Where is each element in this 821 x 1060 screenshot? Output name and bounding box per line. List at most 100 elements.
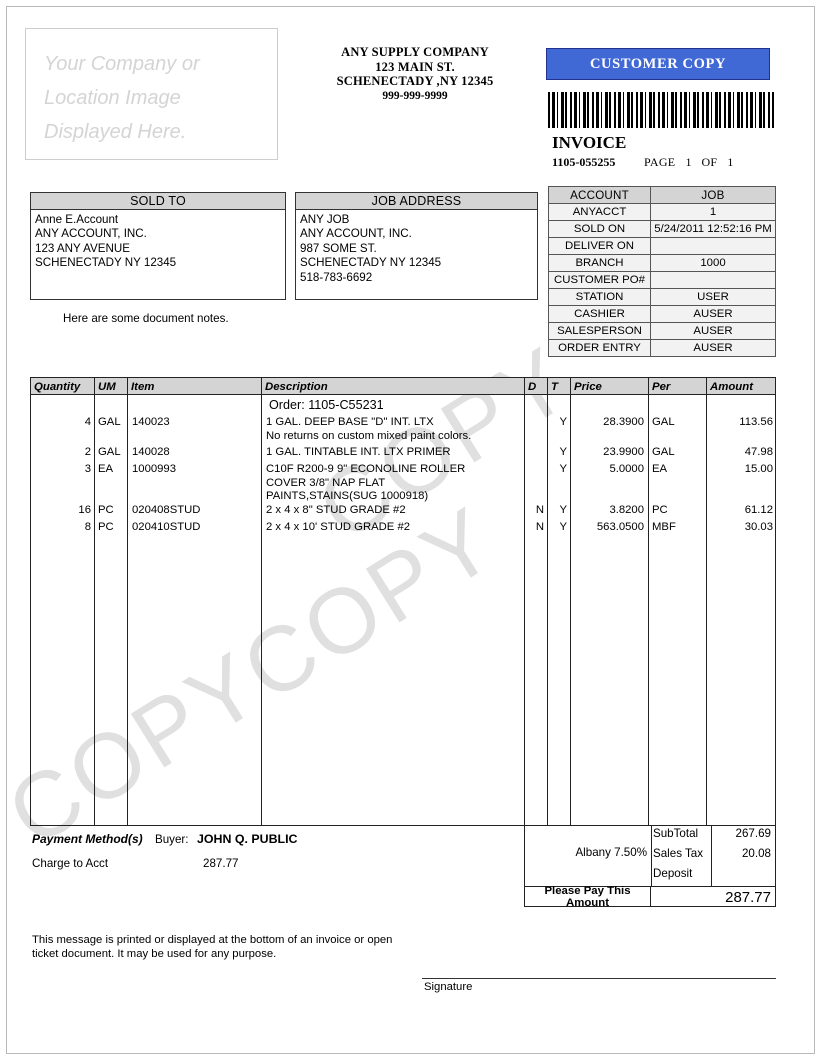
cell-item: 140023: [132, 416, 170, 428]
account-row-label: ANYACCT: [548, 203, 651, 221]
account-table-body: ANYACCT 1 SOLD ON 5/24/2011 12:52:16 PM DELI…: [548, 203, 776, 357]
cell-item: 140028: [132, 446, 170, 458]
header-quantity: Quantity: [34, 380, 81, 393]
account-row-label: STATION: [548, 288, 651, 306]
sold-to-title: SOLD TO: [31, 193, 285, 210]
header-price: Price: [574, 380, 602, 393]
company-address-block: ANY SUPPLY COMPANY 123 MAIN ST. SCHENECT…: [297, 45, 533, 103]
account-row-value: USER: [650, 288, 776, 306]
account-table-row: CUSTOMER PO#: [548, 271, 776, 289]
account-row-value: [650, 237, 776, 255]
job-column-header: JOB: [650, 186, 776, 204]
header-amount: Amount: [710, 380, 754, 393]
cell-amount: 15.00: [744, 463, 773, 475]
header-per: Per: [652, 380, 671, 393]
line-items-table: Quantity UM Item Description D T Price P…: [30, 377, 776, 826]
cell-per: PC: [652, 504, 668, 516]
account-row-value: AUSER: [650, 339, 776, 357]
account-row-value: AUSER: [650, 322, 776, 340]
account-row-label: SOLD ON: [548, 220, 651, 238]
invoice-page: COPY COPY COPY Your Company or Location …: [0, 6, 815, 1054]
page-current: 1: [685, 155, 692, 169]
cell-per: MBF: [652, 521, 676, 533]
account-table-row: SALESPERSON AUSER: [548, 322, 776, 340]
payment-amount: 287.77: [203, 857, 239, 870]
account-row-value: 5/24/2011 12:52:16 PM: [650, 220, 776, 238]
account-row-label: BRANCH: [548, 254, 651, 272]
cell-item: 020410STUD: [132, 521, 201, 533]
subtotal-value: 267.69: [735, 827, 771, 840]
company-phone: 999-999-9999: [382, 89, 448, 102]
customer-copy-banner: CUSTOMER COPY: [546, 48, 770, 80]
please-pay-label: Please Pay This Amount: [525, 885, 651, 909]
buyer-label: Buyer:: [155, 833, 189, 846]
cell-amount: 61.12: [744, 504, 773, 516]
cell-price: 23.9900: [603, 446, 644, 458]
cell-quantity: 4: [84, 416, 91, 428]
cell-t: Y: [559, 463, 567, 475]
job-address-box: JOB ADDRESS ANY JOB ANY ACCOUNT, INC. 98…: [295, 192, 538, 300]
page-of-label: OF: [701, 155, 718, 169]
sold-to-address: Anne E.Account ANY ACCOUNT, INC. 123 ANY…: [35, 213, 177, 270]
header-item: Item: [131, 380, 155, 393]
company-logo-placeholder: Your Company or Location Image Displayed…: [25, 28, 278, 160]
header-d: D: [528, 380, 537, 393]
cell-um: EA: [98, 463, 114, 475]
account-row-value: 1000: [650, 254, 776, 272]
cell-description: 1 GAL. TINTABLE INT. LTX PRIMER: [266, 446, 451, 458]
sold-to-box: SOLD TO Anne E.Account ANY ACCOUNT, INC.…: [30, 192, 286, 300]
cell-t: Y: [559, 521, 567, 533]
page-total: 1: [727, 155, 734, 169]
please-pay-value: 287.77: [725, 888, 771, 906]
invoice-meta: 1105-055255 PAGE 1 OF 1: [552, 155, 777, 170]
account-table-header-row: ACCOUNT JOB: [548, 186, 776, 204]
cell-d: N: [535, 521, 544, 533]
cell-t: Y: [559, 446, 567, 458]
buyer-name: JOHN Q. PUBLIC: [197, 832, 298, 846]
sales-tax-label: Sales Tax: [653, 847, 704, 860]
deposit-label: Deposit: [653, 867, 693, 880]
account-row-label: DELIVER ON: [548, 237, 651, 255]
company-street: 123 MAIN ST.: [375, 59, 455, 74]
account-table-row: DELIVER ON: [548, 237, 776, 255]
job-address-lines: ANY JOB ANY ACCOUNT, INC. 987 SOME ST. S…: [300, 213, 442, 284]
cell-price: 563.0500: [596, 521, 644, 533]
account-row-value: AUSER: [650, 305, 776, 323]
document-notes: Here are some document notes.: [63, 312, 229, 325]
sales-tax-value: 20.08: [741, 847, 771, 860]
line-items-header-row: Quantity UM Item Description D T Price P…: [31, 378, 775, 395]
cell-description: 2 x 4 x 8" STUD GRADE #2: [266, 504, 406, 516]
invoice-number: 1105-055255: [552, 155, 616, 169]
account-row-value: [650, 271, 776, 289]
account-job-table: ACCOUNT JOB ANYACCT 1 SOLD ON 5/24/2011 12:…: [548, 186, 776, 357]
account-table-row: STATION USER: [548, 288, 776, 306]
account-row-value: 1: [650, 203, 776, 221]
cell-description: 2 x 4 x 10' STUD GRADE #2: [266, 521, 411, 533]
account-row-label: ORDER ENTRY: [548, 339, 651, 357]
cell-per: EA: [652, 463, 668, 475]
account-table-row: CASHIER AUSER: [548, 305, 776, 323]
cell-per: GAL: [652, 416, 675, 428]
account-table-row: BRANCH 1000: [548, 254, 776, 272]
cell-per: GAL: [652, 446, 675, 458]
account-table-row: ORDER ENTRY AUSER: [548, 339, 776, 357]
account-row-label: CUSTOMER PO#: [548, 271, 651, 289]
header-description: Description: [265, 380, 328, 393]
cell-item: 020408STUD: [132, 504, 201, 516]
payment-method: Charge to Acct: [32, 857, 109, 870]
cell-price: 5.0000: [609, 463, 644, 475]
totals-block: Albany 7.50% SubTotal 267.69 Sales Tax 2…: [524, 826, 776, 909]
header-t: T: [551, 380, 558, 393]
logo-placeholder-text: Your Company or Location Image Displayed…: [44, 53, 200, 143]
cell-quantity: 8: [84, 521, 91, 533]
cell-price: 3.8200: [609, 504, 644, 516]
cell-amount: 47.98: [744, 446, 773, 458]
page-label: PAGE: [644, 155, 676, 169]
barcode-icon: [548, 92, 774, 128]
account-row-label: SALESPERSON: [548, 322, 651, 340]
company-city-state-zip: SCHENECTADY ,NY 12345: [336, 74, 494, 88]
cell-d: N: [535, 504, 544, 516]
document-type-title: INVOICE: [552, 133, 627, 152]
please-pay-row: Please Pay This Amount 287.77: [525, 885, 775, 909]
account-row-label: CASHIER: [548, 305, 651, 323]
